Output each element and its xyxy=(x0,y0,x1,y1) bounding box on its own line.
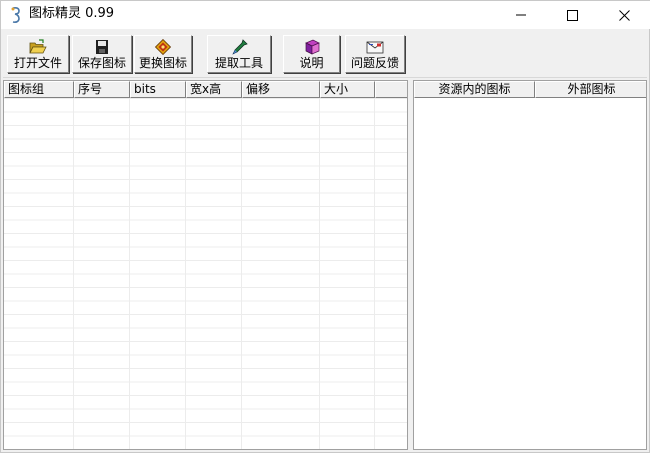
column-divider xyxy=(241,98,242,449)
close-button[interactable] xyxy=(601,1,647,29)
column-header-icon-group[interactable]: 图标组 xyxy=(4,81,74,98)
open-file-button[interactable]: 打开文件 xyxy=(7,35,69,73)
help-button[interactable]: 说明 xyxy=(283,35,340,73)
column-header-external-icons[interactable]: 外部图标 xyxy=(535,81,646,98)
icon-group-table[interactable]: 图标组 序号 bits 宽x高 偏移 大小 xyxy=(3,80,408,450)
open-file-label: 打开文件 xyxy=(13,56,62,70)
column-header-offset[interactable]: 偏移 xyxy=(242,81,320,98)
column-divider xyxy=(185,98,186,449)
minimize-icon xyxy=(516,14,526,16)
column-header-size-wh[interactable]: 宽x高 xyxy=(186,81,242,98)
feedback-button[interactable]: 问题反馈 xyxy=(345,35,405,73)
replace-icon-label: 更换图标 xyxy=(138,56,187,70)
icon-preview-list[interactable]: 资源内的图标 外部图标 xyxy=(413,80,647,450)
column-divider xyxy=(319,98,320,449)
close-icon xyxy=(618,9,630,21)
minimize-button[interactable] xyxy=(498,1,544,29)
eyedropper-icon xyxy=(232,39,248,55)
feedback-label: 问题反馈 xyxy=(350,56,399,70)
column-header-bits[interactable]: bits xyxy=(130,81,186,98)
column-divider xyxy=(129,98,130,449)
app-window: 图标精灵 0.99 打开文件 保存图标 更换图标 提取工具 说明 问题反馈 图标… xyxy=(0,0,650,453)
column-divider xyxy=(73,98,74,449)
help-label: 说明 xyxy=(299,56,324,70)
table-grid xyxy=(4,98,407,449)
envelope-icon xyxy=(366,41,384,54)
save-icon-button[interactable]: 保存图标 xyxy=(72,35,132,73)
title-bar: 图标精灵 0.99 xyxy=(1,1,650,29)
column-header-resource-icons[interactable]: 资源内的图标 xyxy=(414,81,535,98)
book-icon xyxy=(304,39,320,55)
floppy-disk-icon xyxy=(96,40,108,54)
column-header-index[interactable]: 序号 xyxy=(74,81,130,98)
toolbar: 打开文件 保存图标 更换图标 提取工具 说明 问题反馈 xyxy=(3,31,647,78)
maximize-icon xyxy=(566,9,578,21)
window-title: 图标精灵 0.99 xyxy=(29,6,115,21)
save-icon-label: 保存图标 xyxy=(77,56,126,70)
app-icon xyxy=(11,7,20,23)
replace-icon-button[interactable]: 更换图标 xyxy=(134,35,192,73)
diamond-swap-icon xyxy=(154,39,172,55)
column-divider xyxy=(374,98,375,449)
extract-tool-button[interactable]: 提取工具 xyxy=(207,35,271,73)
column-header-extra[interactable] xyxy=(375,81,407,98)
maximize-button[interactable] xyxy=(549,1,595,29)
column-header-size[interactable]: 大小 xyxy=(320,81,375,98)
extract-tool-label: 提取工具 xyxy=(214,56,263,70)
folder-open-icon xyxy=(29,39,47,54)
